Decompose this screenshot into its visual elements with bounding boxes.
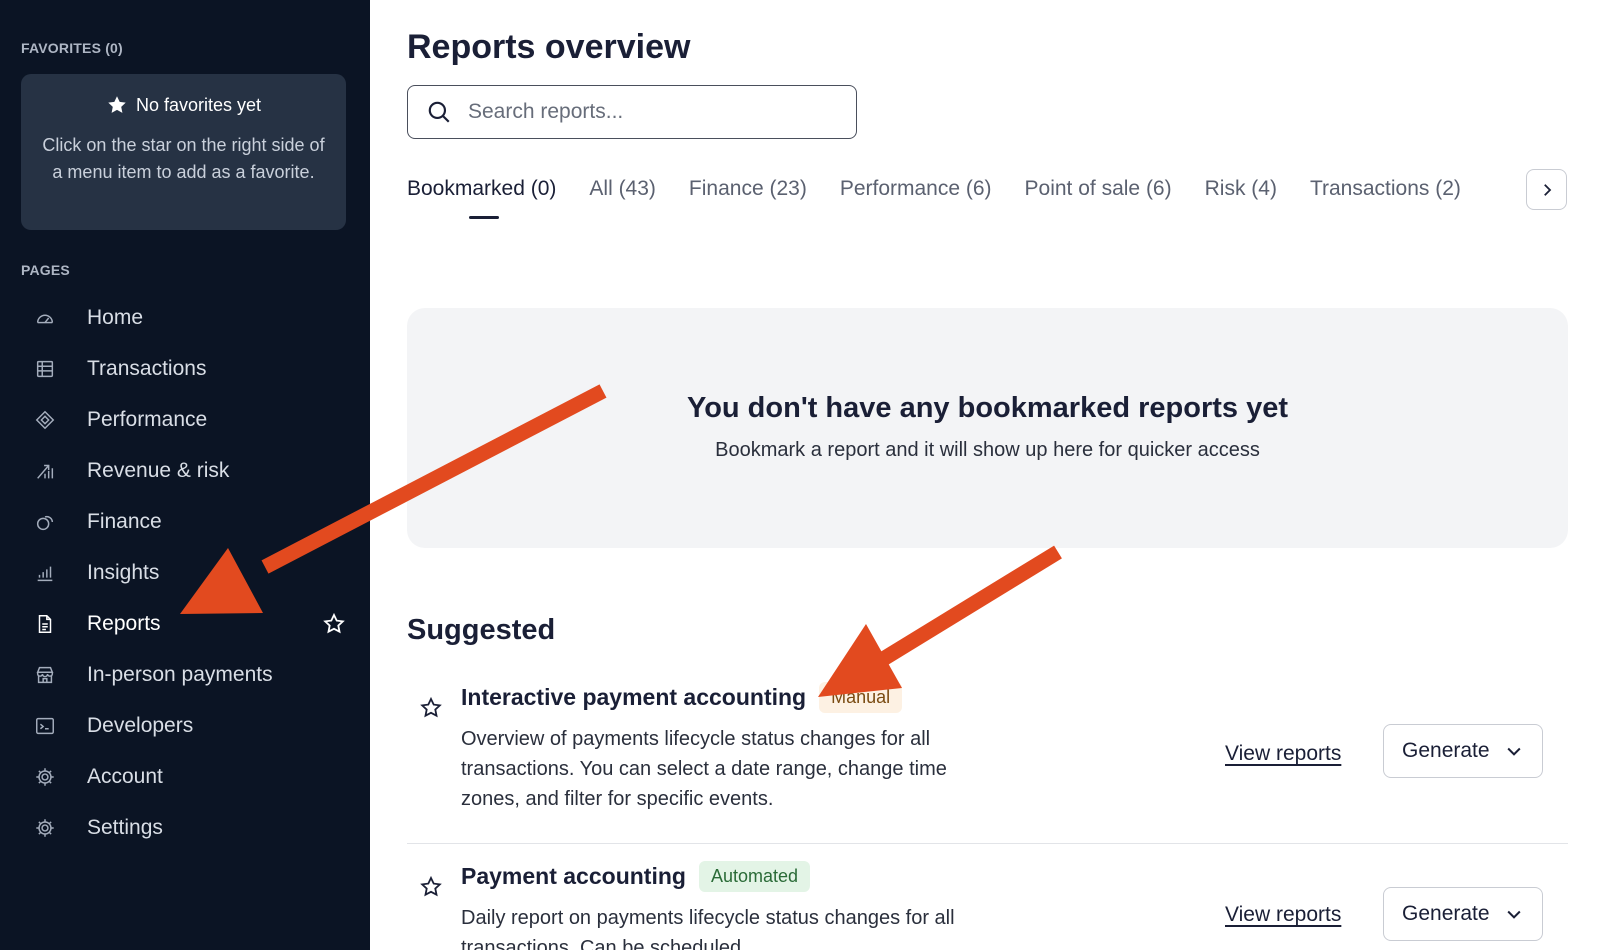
pages-label: PAGES [21, 262, 70, 278]
sidebar-item-insights[interactable]: Insights [0, 547, 370, 598]
sidebar-item-performance[interactable]: Performance [0, 394, 370, 445]
home-gauge-icon [33, 306, 57, 330]
favorites-empty-title: No favorites yet [135, 94, 262, 115]
store-icon [33, 663, 57, 687]
empty-state-title: You don't have any bookmarked reports ye… [687, 392, 1288, 424]
bookmark-star-icon[interactable] [419, 696, 443, 720]
gear-icon [33, 816, 57, 840]
sidebar-item-label: Insights [87, 560, 160, 584]
sidebar-item-label: Finance [87, 509, 162, 533]
search-box[interactable] [407, 85, 857, 139]
chart-trend-icon [33, 459, 57, 483]
bookmarks-empty-state: You don't have any bookmarked reports ye… [407, 308, 1568, 548]
generate-button[interactable]: Generate [1383, 724, 1543, 778]
sidebar-item-transactions[interactable]: Transactions [0, 343, 370, 394]
search-icon [428, 101, 450, 123]
empty-state-desc: Bookmark a report and it will show up he… [715, 439, 1260, 461]
sidebar-item-label: Performance [87, 407, 208, 431]
sidebar: FAVORITES (0) No favorites yet Click on … [0, 0, 370, 950]
terminal-icon [33, 714, 57, 738]
sidebar-item-in-person-payments[interactable]: In-person payments [0, 649, 370, 700]
favorites-empty-box: No favorites yet Click on the star on th… [21, 74, 346, 230]
performance-icon [33, 408, 57, 432]
view-reports-link[interactable]: View reports [1225, 903, 1341, 927]
tab-point-of-sale[interactable]: Point of sale (6) [1025, 175, 1172, 219]
coins-icon [33, 510, 57, 534]
sidebar-item-home[interactable]: Home [0, 292, 370, 343]
report-item: Interactive payment accounting Manual Ov… [407, 682, 1568, 832]
report-desc: Overview of payments lifecycle status ch… [461, 728, 947, 810]
tab-risk[interactable]: Risk (4) [1205, 175, 1277, 219]
report-name: Interactive payment accounting [461, 684, 807, 710]
gear-icon [33, 765, 57, 789]
tab-finance[interactable]: Finance (23) [689, 175, 807, 219]
favorites-empty-desc: Click on the star on the right side of a… [42, 135, 325, 182]
view-reports-link[interactable]: View reports [1225, 742, 1341, 766]
sidebar-item-label: Developers [87, 713, 194, 737]
report-name: Payment accounting [461, 863, 686, 889]
sidebar-item-finance[interactable]: Finance [0, 496, 370, 547]
sidebar-item-label: Home [87, 305, 144, 329]
generate-label: Generate [1402, 739, 1490, 762]
chevron-down-icon [1507, 747, 1521, 756]
sidebar-item-account[interactable]: Account [0, 751, 370, 802]
sidebar-item-label: Account [87, 764, 163, 788]
tab-performance[interactable]: Performance (6) [840, 175, 992, 219]
page-title: Reports overview [407, 28, 691, 66]
table-icon [33, 357, 57, 381]
status-badge: Automated [698, 861, 810, 892]
tabs-next-button[interactable] [1526, 169, 1567, 210]
bar-chart-icon [33, 561, 57, 585]
tab-all[interactable]: All (43) [589, 175, 656, 219]
main-content: Reports overview Bookmarked (0) All (43) F… [370, 0, 1602, 950]
sidebar-nav: Home Transactions Performance Revenue & … [0, 292, 370, 853]
generate-label: Generate [1402, 902, 1490, 925]
sidebar-item-label: Reports [87, 611, 161, 635]
document-icon [33, 612, 57, 636]
sidebar-item-label: Revenue & risk [87, 458, 230, 482]
search-input[interactable] [468, 100, 848, 124]
tab-bookmarked[interactable]: Bookmarked (0) [407, 175, 556, 219]
sidebar-item-reports[interactable]: Reports [0, 598, 370, 649]
sidebar-item-revenue-risk[interactable]: Revenue & risk [0, 445, 370, 496]
sidebar-item-label: Settings [87, 815, 163, 839]
sidebar-item-settings[interactable]: Settings [0, 802, 370, 853]
bookmark-star-icon[interactable] [419, 875, 443, 899]
star-filled-icon [108, 96, 126, 113]
sidebar-item-label: Transactions [87, 356, 207, 380]
status-badge: Manual [819, 682, 903, 713]
sidebar-item-label: In-person payments [87, 662, 273, 686]
favorites-label: FAVORITES (0) [21, 40, 123, 56]
suggested-title: Suggested [407, 614, 556, 646]
divider [407, 843, 1568, 844]
report-tabs: Bookmarked (0) All (43) Finance (23) Perfor… [407, 175, 1527, 219]
report-item: Payment accounting Automated Daily repor… [407, 861, 1568, 950]
chevron-down-icon [1507, 910, 1521, 919]
report-desc: Daily report on payments lifecycle statu… [461, 907, 955, 950]
favorite-star-icon[interactable] [322, 612, 346, 636]
chevron-right-icon [1543, 183, 1551, 196]
sidebar-item-developers[interactable]: Developers [0, 700, 370, 751]
tab-transactions[interactable]: Transactions (2) [1310, 175, 1461, 219]
generate-button[interactable]: Generate [1383, 887, 1543, 941]
